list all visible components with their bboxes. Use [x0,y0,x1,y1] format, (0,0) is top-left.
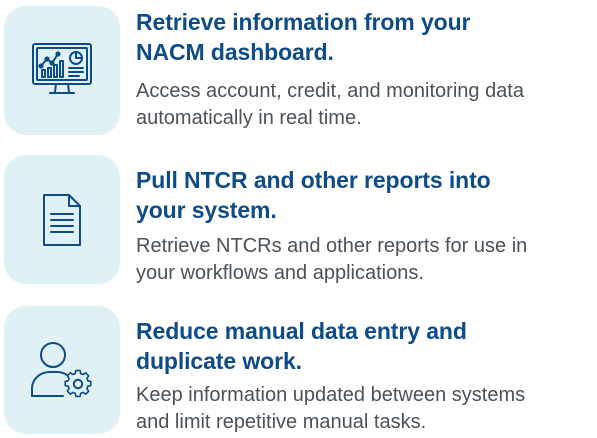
description-line: your workflows and applications. [136,262,424,284]
feature-description: Access account, credit, and monitoring d… [136,78,594,132]
user-settings-icon [31,342,92,398]
description-line: automatically in real time. [136,107,362,129]
description-line: and limit repetitive manual tasks. [136,411,427,433]
title-line: Reduce manual data entry and [136,318,467,344]
description-line: Keep information updated between systems [136,384,526,406]
title-line: Pull NTCR and other reports into [136,167,491,193]
feature-automation: Reduce manual data entry and duplicate w… [0,300,597,438]
icon-tile [4,6,120,135]
feature-reports: Pull NTCR and other reports into your sy… [0,150,597,290]
title-line: your system. [136,197,277,223]
feature-description: Keep information updated between systems… [136,382,594,436]
icon-tile [4,306,120,434]
feature-title: Reduce manual data entry and duplicate w… [136,316,592,376]
feature-description: Retrieve NTCRs and other reports for use… [136,233,594,287]
title-line: NACM dashboard. [136,39,334,65]
description-line: Retrieve NTCRs and other reports for use… [136,235,528,257]
title-line: Retrieve information from your [136,9,471,35]
icon-tile [4,155,120,284]
feature-dashboard: Retrieve information from your NACM dash… [0,0,597,140]
description-line: Access account, credit, and monitoring d… [136,80,524,102]
dashboard-monitor-icon [32,42,92,94]
title-line: duplicate work. [136,348,302,374]
document-icon [43,193,81,246]
feature-title: Pull NTCR and other reports into your sy… [136,165,592,225]
feature-title: Retrieve information from your NACM dash… [136,7,592,67]
